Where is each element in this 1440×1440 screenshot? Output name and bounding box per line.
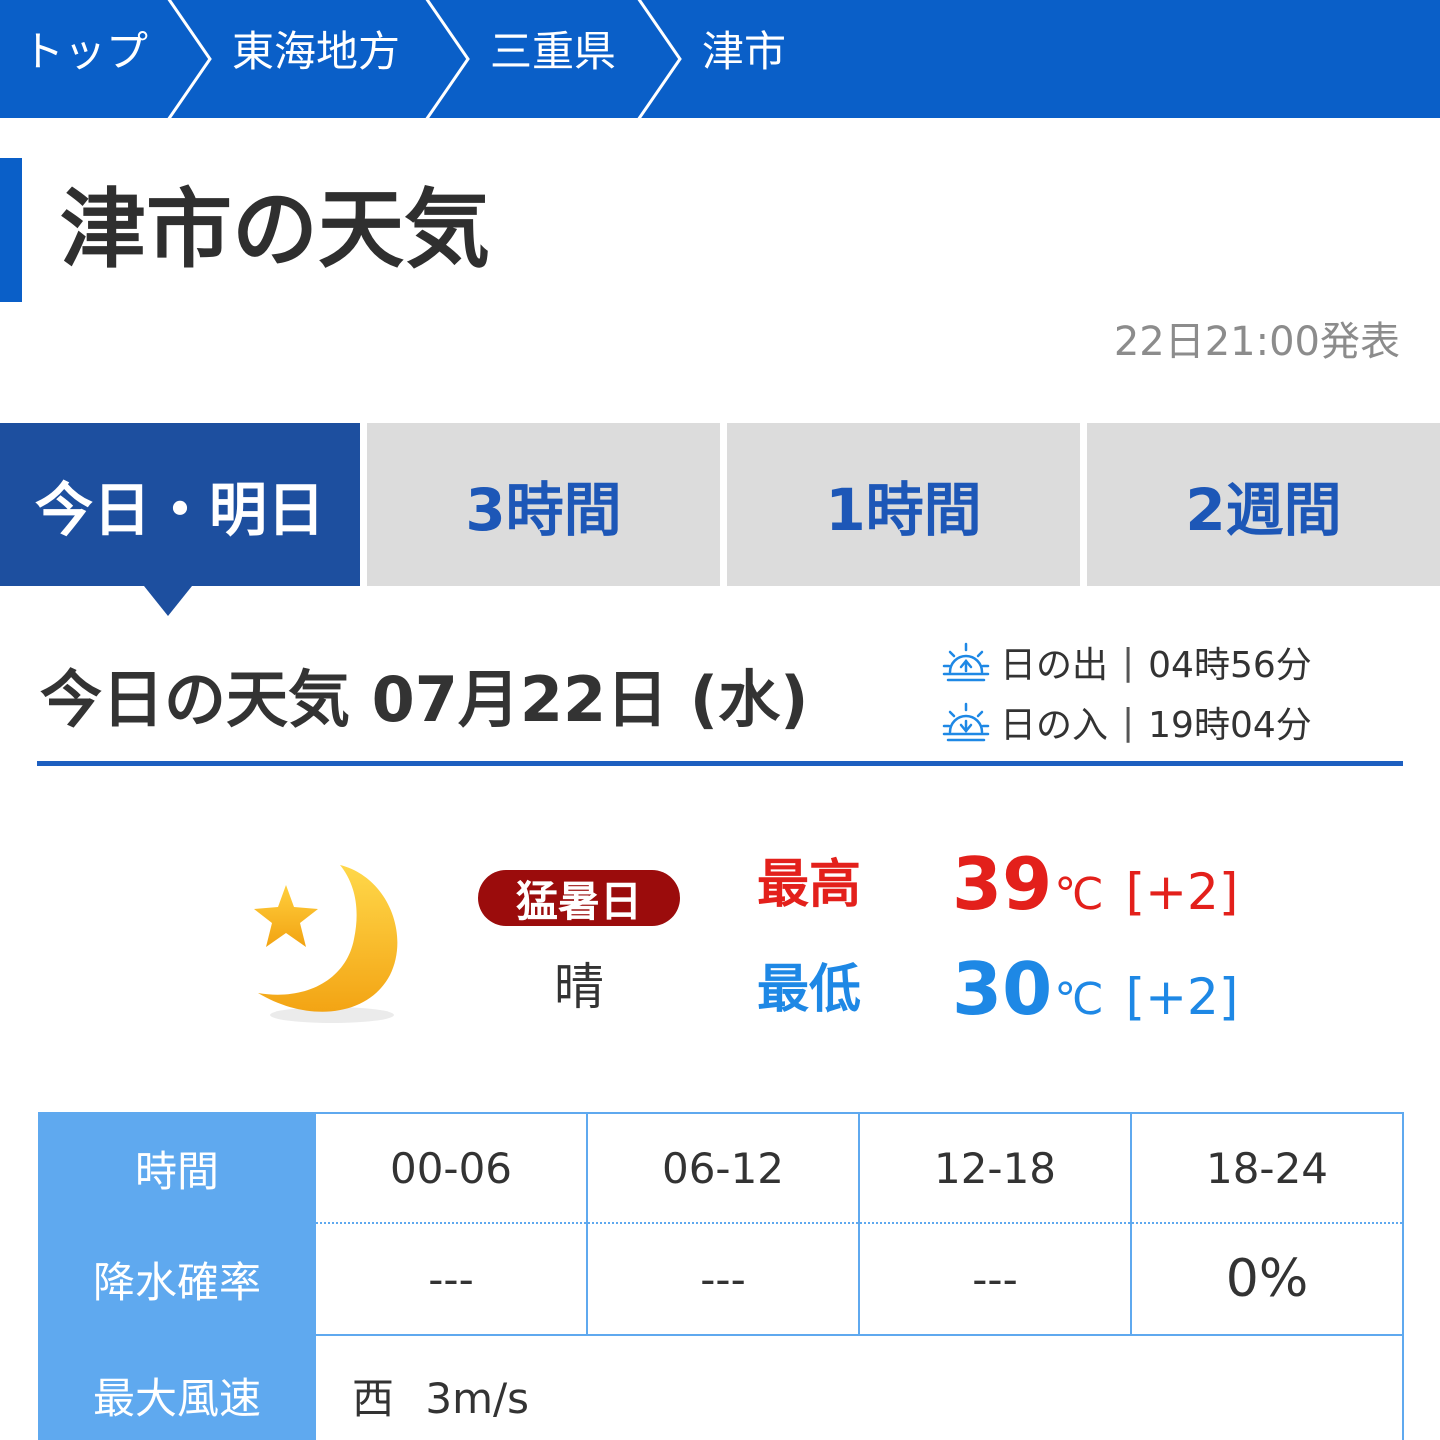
high-temp: 39 ℃ [+2]: [952, 842, 1238, 926]
low-temp-value: 30: [952, 947, 1053, 1031]
wind-direction: 西: [352, 1373, 395, 1423]
tab-3-hours[interactable]: 3時間: [367, 423, 720, 586]
high-temp-unit: ℃: [1054, 869, 1104, 920]
precip-header: 降水確率: [38, 1222, 316, 1336]
high-temp-diff: [+2]: [1125, 863, 1239, 921]
sunset-row: 日の入 | 19時04分: [942, 697, 1312, 747]
high-temp-value: 39: [952, 842, 1053, 926]
sunset-divider: |: [1122, 701, 1135, 743]
breadcrumb-item-top[interactable]: トップ: [22, 22, 148, 82]
heading-divider: [37, 761, 1403, 766]
tab-today-tomorrow[interactable]: 今日・明日: [0, 423, 360, 586]
tab-1-hour[interactable]: 1時間: [727, 423, 1080, 586]
wind-cell: 西 3m/s: [314, 1334, 1404, 1440]
precip-cell: ---: [314, 1222, 588, 1336]
low-temp-label: 最低: [757, 960, 862, 1020]
page-title: 津市の天気: [60, 180, 490, 280]
time-cell: 06-12: [586, 1112, 860, 1224]
forecast-table: 時間 00-06 06-12 12-18 18-24 降水確率 --- --- …: [38, 1112, 1404, 1440]
sunrise-row: 日の出 | 04時56分: [942, 637, 1312, 687]
table-row: 時間 00-06 06-12 12-18 18-24: [38, 1112, 1404, 1224]
weather-condition: 晴: [554, 958, 604, 1016]
tab-2-weeks[interactable]: 2週間: [1087, 423, 1440, 586]
breadcrumb-item-mie[interactable]: 三重県: [490, 22, 616, 82]
breadcrumb-separator-icon: [637, 0, 682, 118]
breadcrumb: トップ 東海地方 三重県 津市: [0, 0, 1440, 118]
breadcrumb-separator-icon: [425, 0, 470, 118]
sunset-icon: [942, 702, 990, 742]
sunrise-divider: |: [1122, 641, 1135, 683]
day-heading-text: 今日の天気 07月22日 (水): [40, 663, 809, 736]
sunrise-time: 04時56分: [1148, 645, 1312, 686]
table-row: 降水確率 --- --- --- 0%: [38, 1222, 1404, 1336]
breadcrumb-item-tokai[interactable]: 東海地方: [232, 22, 400, 82]
time-cell: 12-18: [858, 1112, 1132, 1224]
sunset-label: 日の入: [1000, 705, 1109, 746]
low-temp-diff: [+2]: [1125, 968, 1239, 1026]
time-header: 時間: [38, 1112, 316, 1224]
wind-header: 最大風速: [38, 1334, 316, 1440]
title-accent-bar: [0, 158, 22, 302]
low-temp: 30 ℃ [+2]: [952, 947, 1238, 1031]
high-temp-label: 最高: [757, 855, 862, 915]
time-cell: 00-06: [314, 1112, 588, 1224]
precip-cell: ---: [858, 1222, 1132, 1336]
sunrise-label: 日の出: [1000, 645, 1109, 686]
day-heading: 今日の天気 07月22日 (水): [40, 650, 808, 750]
published-time: 22日21:00発表: [1113, 319, 1400, 365]
precip-cell: 0%: [1130, 1222, 1404, 1336]
active-tab-pointer: [144, 586, 192, 616]
heat-day-badge: 猛暑日: [478, 870, 680, 926]
crescent-moon-with-star-icon: [254, 865, 398, 1023]
breadcrumb-item-tsu: 津市: [702, 27, 787, 76]
sunset-time: 19時04分: [1148, 705, 1312, 746]
wind-speed: 3m/s: [425, 1373, 530, 1423]
table-row: 最大風速 西 3m/s: [38, 1334, 1404, 1440]
sunrise-icon: [942, 642, 990, 682]
low-temp-unit: ℃: [1054, 974, 1104, 1025]
time-cell: 18-24: [1130, 1112, 1404, 1224]
precip-cell: ---: [586, 1222, 860, 1336]
breadcrumb-separator-icon: [167, 0, 212, 118]
